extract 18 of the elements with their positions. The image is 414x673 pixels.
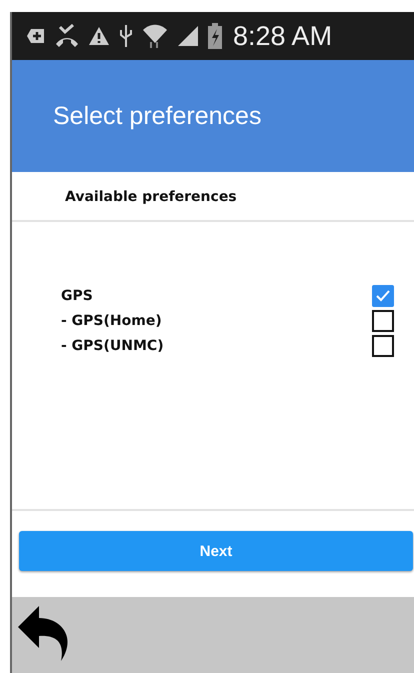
next-button[interactable]: Next <box>19 531 413 571</box>
preference-label: GPS <box>61 288 93 304</box>
status-time: 8:28 AM <box>233 20 332 52</box>
wifi-icon <box>142 23 168 49</box>
preference-label: - GPS(Home) <box>61 312 162 328</box>
missed-call-icon <box>55 24 79 48</box>
checkbox[interactable] <box>372 310 394 332</box>
page-title: Select preferences <box>53 102 262 130</box>
checkbox[interactable] <box>372 284 394 306</box>
section-title: Available preferences <box>65 188 237 204</box>
checkmark-icon <box>375 288 391 302</box>
warning-icon <box>88 26 110 46</box>
battery-icon <box>208 23 222 49</box>
preference-label: - GPS(UNMC) <box>61 338 164 354</box>
checkbox[interactable] <box>372 334 394 356</box>
signal-icon <box>177 26 199 46</box>
usb-icon <box>119 24 133 48</box>
notification-icon <box>26 27 46 45</box>
